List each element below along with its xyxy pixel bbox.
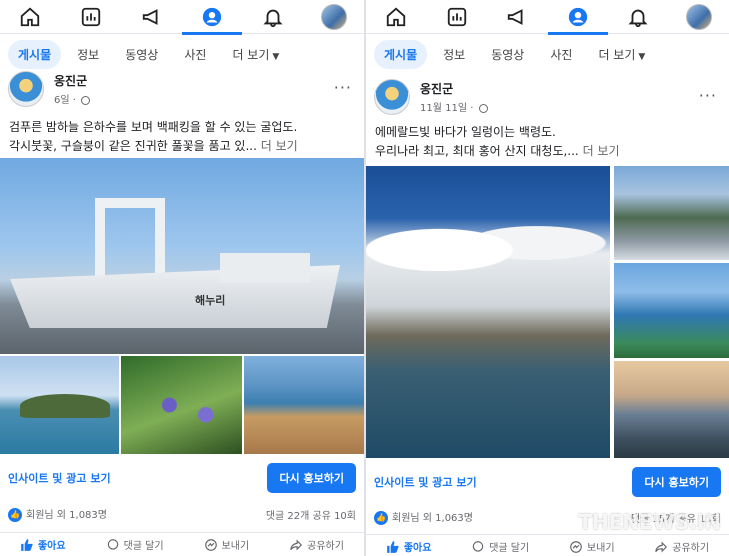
insights-icon[interactable] (71, 2, 111, 32)
tab-photos[interactable]: 사진 (540, 40, 582, 69)
caption-line-1: 검푸른 밤하늘 은하수를 보며 백패킹을 할 수 있는 굴업도. (9, 120, 298, 134)
tab-videos[interactable]: 동영상 (481, 40, 534, 69)
home-icon[interactable] (376, 2, 416, 32)
sunset-sea-photo[interactable] (614, 361, 729, 458)
post-actions: 좋아요 댓글 달기 보내기 공유하기 (0, 532, 364, 556)
globe-icon (81, 95, 91, 105)
like-button[interactable]: 좋아요 (386, 539, 432, 554)
tab-more-label: 더 보기 (232, 47, 270, 62)
page-subtabs: 게시물 정보 동영상 사진 더 보기 ▼ (0, 38, 364, 70)
top-nav (366, 0, 729, 35)
island-photo[interactable] (0, 356, 119, 454)
share-button[interactable]: 공유하기 (289, 537, 344, 552)
tab-about[interactable]: 정보 (433, 40, 475, 69)
profile-icon[interactable] (547, 2, 608, 35)
like-label: 좋아요 (403, 543, 432, 554)
send-button[interactable]: 보내기 (569, 539, 615, 554)
home-icon[interactable] (10, 2, 50, 32)
promo-row: 인사이트 및 광고 보기 다시 홍보하기 (374, 467, 721, 497)
share-label: 공유하기 (672, 543, 710, 554)
flowers-photo[interactable] (121, 356, 242, 454)
caption-line-2: 각시붓꽃, 구슬붕이 같은 진귀한 풀꽃을 품고 있... (9, 139, 257, 153)
comment-label: 댓글 달기 (123, 541, 164, 552)
post-header: 옹진군 11월 11일 · ··· (374, 79, 721, 115)
tab-more[interactable]: 더 보기 ▼ (222, 40, 289, 69)
globe-icon (478, 103, 488, 113)
page-subtabs: 게시물 정보 동영상 사진 더 보기 ▼ (366, 38, 729, 70)
likes-count[interactable]: 회원님 외 1,083명 (26, 510, 107, 521)
account-avatar[interactable] (679, 2, 719, 32)
insights-link[interactable]: 인사이트 및 광고 보기 (8, 470, 111, 486)
comment-label: 댓글 달기 (489, 543, 530, 554)
tab-photos[interactable]: 사진 (174, 40, 216, 69)
like-button[interactable]: 좋아요 (20, 537, 66, 552)
post-caption: 검푸른 밤하늘 은하수를 보며 백패킹을 할 수 있는 굴업도. 각시붓꽃, 구… (9, 118, 358, 156)
page-avatar[interactable] (8, 71, 44, 107)
ferry-ramp (95, 198, 165, 278)
caption-line-2: 우리나라 최고, 최대 홍어 산지 대청도,... (375, 144, 579, 158)
coastline-photo[interactable] (614, 263, 729, 358)
like-reaction-icon: 👍 (374, 511, 388, 525)
rocky-coast-photo[interactable] (366, 166, 610, 458)
send-label: 보내기 (221, 541, 250, 552)
post-time[interactable]: 6일 · (54, 95, 76, 106)
bell-icon[interactable] (253, 2, 293, 32)
beach-photo[interactable] (244, 356, 364, 454)
comment-button[interactable]: 댓글 달기 (471, 539, 529, 554)
right-phone-screen: 게시물 정보 동영상 사진 더 보기 ▼ 옹진군 11월 11일 · ··· 에메… (366, 0, 729, 556)
post-actions: 좋아요 댓글 달기 보내기 공유하기 (366, 534, 729, 556)
caption-line-1: 에메랄드빛 바다가 일렁이는 백령도. (375, 125, 556, 139)
tab-more-label: 더 보기 (598, 47, 636, 62)
screenshot-composite: 게시물 정보 동영상 사진 더 보기 ▼ 옹진군 6일 · ··· 검푸른 밤하늘… (0, 0, 729, 556)
profile-icon[interactable] (182, 2, 243, 35)
comment-button[interactable]: 댓글 달기 (106, 537, 164, 552)
tab-posts[interactable]: 게시물 (8, 39, 62, 69)
boost-again-button[interactable]: 다시 홍보하기 (632, 467, 721, 497)
like-label: 좋아요 (37, 541, 66, 552)
account-avatar[interactable] (314, 2, 354, 32)
top-nav (0, 0, 364, 35)
chevron-down-icon: ▼ (272, 51, 280, 62)
tab-videos[interactable]: 동영상 (115, 40, 168, 69)
see-more-link[interactable]: 더 보기 (583, 144, 620, 158)
ferry-deck (220, 253, 310, 283)
post-header: 옹진군 6일 · ··· (8, 71, 356, 107)
likes-count[interactable]: 회원님 외 1,063명 (392, 513, 473, 524)
ferry-photo[interactable]: 해누리 (0, 158, 364, 354)
comments-shares-count[interactable]: 댓글 22개 공유 10회 (266, 507, 356, 522)
promo-row: 인사이트 및 광고 보기 다시 홍보하기 (8, 463, 356, 493)
megaphone-icon[interactable] (497, 2, 537, 32)
ship-name-label: 해누리 (195, 294, 226, 307)
post-author[interactable]: 옹진군 (54, 72, 90, 89)
insights-icon[interactable] (437, 2, 477, 32)
like-reaction-icon: 👍 (8, 508, 22, 522)
post-caption: 에메랄드빛 바다가 일렁이는 백령도. 우리나라 최고, 최대 홍어 산지 대청… (375, 123, 723, 161)
fisherman-photo[interactable] (614, 166, 729, 260)
more-options-icon[interactable]: ··· (334, 78, 352, 97)
megaphone-icon[interactable] (132, 2, 172, 32)
reaction-stats: 👍 회원님 외 1,083명 댓글 22개 공유 10회 (8, 504, 356, 524)
bell-icon[interactable] (618, 2, 658, 32)
chevron-down-icon: ▼ (638, 51, 646, 62)
more-options-icon[interactable]: ··· (699, 86, 717, 105)
post-author[interactable]: 옹진군 (420, 80, 488, 97)
see-more-link[interactable]: 더 보기 (261, 139, 298, 153)
tab-posts[interactable]: 게시물 (374, 39, 428, 69)
send-button[interactable]: 보내기 (204, 537, 250, 552)
page-avatar[interactable] (374, 79, 410, 115)
tab-more[interactable]: 더 보기 ▼ (588, 40, 655, 69)
share-button[interactable]: 공유하기 (654, 539, 709, 554)
send-label: 보내기 (586, 543, 615, 554)
tab-about[interactable]: 정보 (67, 40, 109, 69)
share-label: 공유하기 (307, 541, 344, 552)
boost-again-button[interactable]: 다시 홍보하기 (267, 463, 356, 493)
insights-link[interactable]: 인사이트 및 광고 보기 (374, 474, 477, 490)
post-time[interactable]: 11월 11일 · (420, 103, 473, 114)
left-phone-screen: 게시물 정보 동영상 사진 더 보기 ▼ 옹진군 6일 · ··· 검푸른 밤하늘… (0, 0, 364, 556)
news-watermark: THENEWS.IN (578, 510, 721, 534)
